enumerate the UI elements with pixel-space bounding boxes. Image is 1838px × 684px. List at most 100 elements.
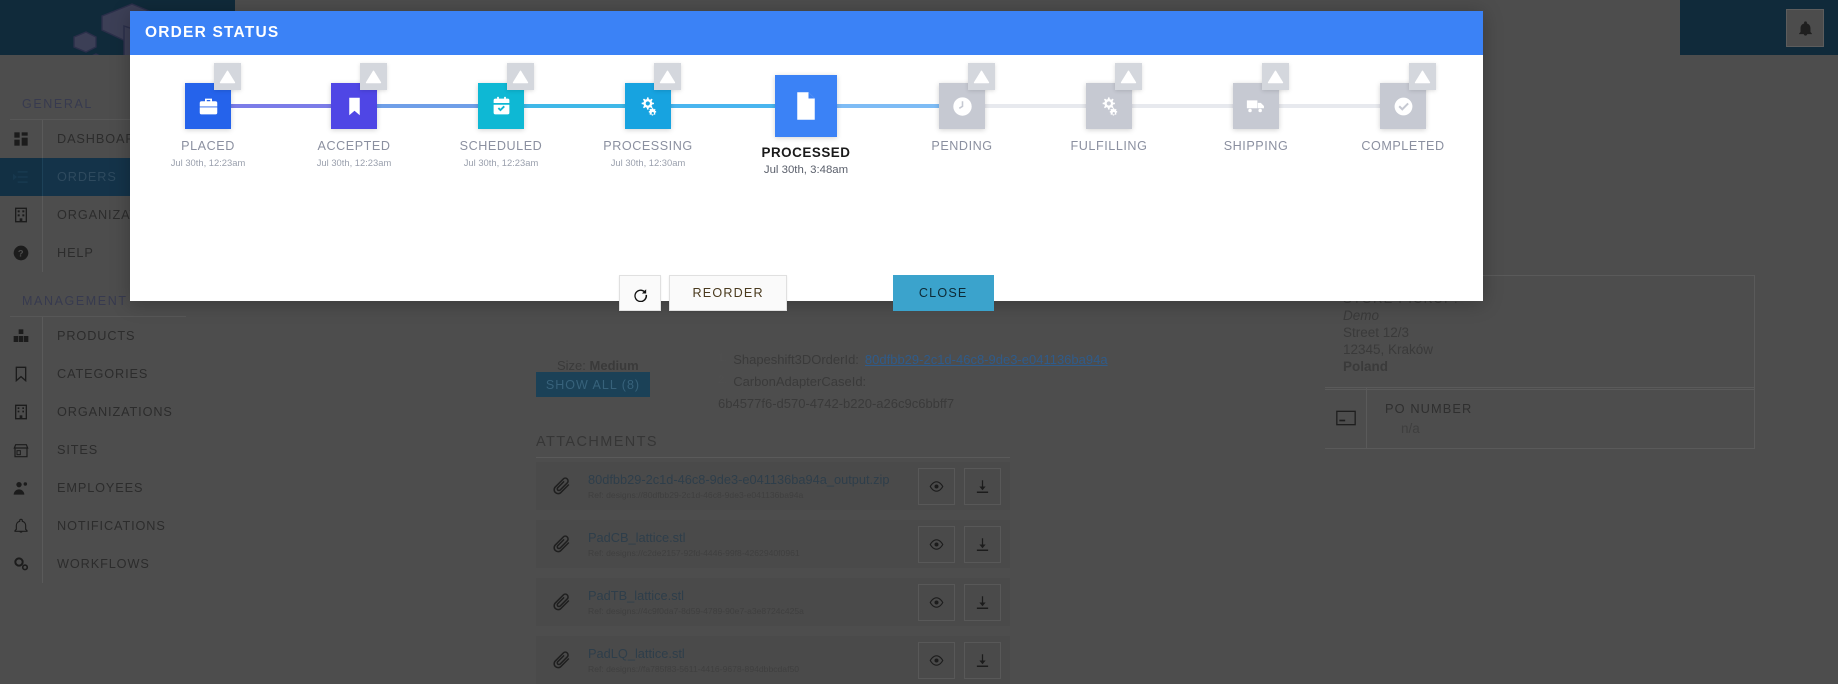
step-tile [185, 63, 241, 129]
sidebar-item-label: ORDERS [57, 170, 117, 184]
list-item[interactable]: 80dfbb29-2c1d-46c8-9de3-e041136ba94a_out… [536, 462, 1010, 510]
stepper-step-fulfilling[interactable]: FULFILLING [1049, 63, 1169, 153]
sidebar-item-label: HELP [57, 246, 94, 260]
triangle-alert-icon[interactable] [1409, 63, 1436, 90]
bookmark-icon [348, 97, 360, 115]
triangle-alert-icon[interactable] [214, 63, 241, 90]
order-id-link[interactable]: 80dfbb29-2c1d-46c8-9de3-e041136ba94a [865, 352, 1108, 367]
order-ids-list: 1. Shapeshift3DOrderId: 80dfbb29-2c1d-46… [718, 352, 1108, 411]
step-tile [625, 63, 681, 129]
sidebar-item-label: SITES [57, 443, 99, 457]
list-item[interactable]: PadLQ_lattice.stl Ref: designs://fa785f8… [536, 636, 1010, 684]
paperclip-icon [536, 592, 588, 612]
stepper-step-scheduled[interactable]: SCHEDULED Jul 30th, 12:23am [441, 63, 561, 168]
paperclip-icon [536, 534, 588, 554]
size-row: Size: Medium [557, 358, 639, 373]
paperclip-icon [536, 650, 588, 670]
stepper-step-completed[interactable]: COMPLETED [1343, 63, 1463, 153]
list-item[interactable]: PadCB_lattice.stl Ref: designs://c2de215… [536, 520, 1010, 568]
reorder-button[interactable]: REORDER [669, 275, 787, 311]
preview-button[interactable] [918, 525, 955, 563]
building-icon [0, 196, 43, 234]
check-circle-icon [1394, 97, 1412, 115]
stepper-step-pending[interactable]: PENDING [902, 63, 1022, 153]
refresh-button[interactable] [619, 275, 662, 311]
preview-button[interactable] [918, 467, 955, 505]
sidebar-item-sites[interactable]: SITES [0, 431, 196, 469]
step-tile [478, 63, 534, 129]
paperclip-icon [536, 476, 588, 496]
close-button[interactable]: CLOSE [892, 275, 994, 311]
size-value: Medium [589, 358, 639, 373]
bell-icon [0, 507, 43, 545]
bell-icon [1798, 20, 1812, 36]
sidebar-item-workflows[interactable]: WORKFLOWS [0, 545, 196, 583]
attachment-name: PadCB_lattice.stl [588, 530, 686, 545]
download-button[interactable] [964, 641, 1001, 679]
modal-title: ORDER STATUS [130, 11, 1483, 55]
stepper-step-processing[interactable]: PROCESSING Jul 30th, 12:30am [588, 63, 708, 168]
attachment-name: PadTB_lattice.stl [588, 588, 685, 603]
order-id-row: 2. CarbonAdapterCaseId: [718, 374, 1108, 389]
dashboard-grid-icon [0, 120, 43, 158]
eye-icon [929, 538, 944, 550]
building-icon [0, 393, 43, 431]
attachment-ref: Ref: designs://4c9f0da7-8d59-4789-90e7-a… [588, 606, 804, 616]
attachments-divider [536, 457, 1010, 458]
po-number-label: PO NUMBER [1385, 400, 1473, 416]
stepper-step-accepted[interactable]: ACCEPTED Jul 30th, 12:23am [294, 63, 414, 168]
po-number-card: PO NUMBER n/a [1325, 387, 1755, 449]
eye-icon [929, 596, 944, 608]
order-id-label: Shapeshift3DOrderId: [733, 352, 859, 367]
sidebar-item-notifications[interactable]: NOTIFICATIONS [0, 507, 196, 545]
triangle-alert-icon[interactable] [1115, 63, 1142, 90]
preview-button[interactable] [918, 583, 955, 621]
sidebar-item-categories[interactable]: CATEGORIES [0, 355, 196, 393]
attachment-meta: PadLQ_lattice.stl Ref: designs://fa785f8… [588, 646, 918, 674]
card-icon [1325, 388, 1367, 448]
step-label: COMPLETED [1361, 139, 1445, 153]
stepper-step-processed[interactable]: PROCESSED Jul 30th, 3:48am [746, 75, 866, 176]
modal-body: PLACED Jul 30th, 12:23am ACCEPTED Jul 30th,… [130, 63, 1483, 329]
attachment-meta: 80dfbb29-2c1d-46c8-9de3-e041136ba94a_out… [588, 472, 918, 500]
triangle-alert-icon[interactable] [654, 63, 681, 90]
step-timestamp: Jul 30th, 12:23am [170, 157, 246, 168]
download-icon [976, 653, 989, 667]
po-number-value: n/a [1401, 420, 1420, 436]
download-button[interactable] [964, 583, 1001, 621]
attachment-ref: Ref: designs://80dfbb29-2c1d-46c8-9de3-e… [588, 490, 804, 500]
modal-footer: REORDER CLOSE [130, 275, 1483, 311]
order-status-modal: ORDER STATUS PLACED Jul 30th, 12:23am ACCE… [130, 11, 1483, 311]
order-id-label: CarbonAdapterCaseId: [733, 374, 867, 389]
app-root: GENERAL DASHBOARD ORDERS ORGANIZATION ? … [0, 0, 1838, 684]
step-timestamp: Jul 30th, 3:48am [763, 164, 849, 176]
stepper-step-shipping[interactable]: SHIPPING [1196, 63, 1316, 153]
sidebar-item-organizations[interactable]: ORGANIZATIONS [0, 393, 196, 431]
attachment-ref: Ref: designs://c2de2157-92fd-4446-99f8-4… [588, 548, 800, 558]
triangle-alert-icon[interactable] [360, 63, 387, 90]
step-label: PROCESSED [761, 145, 851, 160]
attachment-name: 80dfbb29-2c1d-46c8-9de3-e041136ba94a_out… [588, 472, 890, 487]
step-label: PROCESSING [603, 139, 693, 153]
step-tile [1086, 63, 1142, 129]
show-all-button[interactable]: SHOW ALL (8) [536, 372, 650, 397]
download-button[interactable] [964, 467, 1001, 505]
triangle-alert-icon[interactable] [507, 63, 534, 90]
question-circle-icon: ? [0, 234, 43, 272]
preview-button[interactable] [918, 641, 955, 679]
gears-icon [1102, 96, 1117, 115]
gears-icon [0, 545, 43, 583]
list-item[interactable]: PadTB_lattice.stl Ref: designs://4c9f0da… [536, 578, 1010, 626]
download-button[interactable] [964, 525, 1001, 563]
triangle-alert-icon[interactable] [968, 63, 995, 90]
gears-icon [641, 96, 656, 115]
step-label: SHIPPING [1223, 139, 1289, 153]
step-label: ACCEPTED [317, 139, 391, 153]
triangle-alert-icon[interactable] [1262, 63, 1289, 90]
briefcase-icon [199, 98, 217, 114]
attachments-list: 80dfbb29-2c1d-46c8-9de3-e041136ba94a_out… [536, 462, 1010, 684]
stepper-step-placed[interactable]: PLACED Jul 30th, 12:23am [148, 63, 268, 168]
notifications-button[interactable] [1786, 9, 1824, 47]
step-tile [939, 63, 995, 129]
sidebar-item-employees[interactable]: EMPLOYEES [0, 469, 196, 507]
